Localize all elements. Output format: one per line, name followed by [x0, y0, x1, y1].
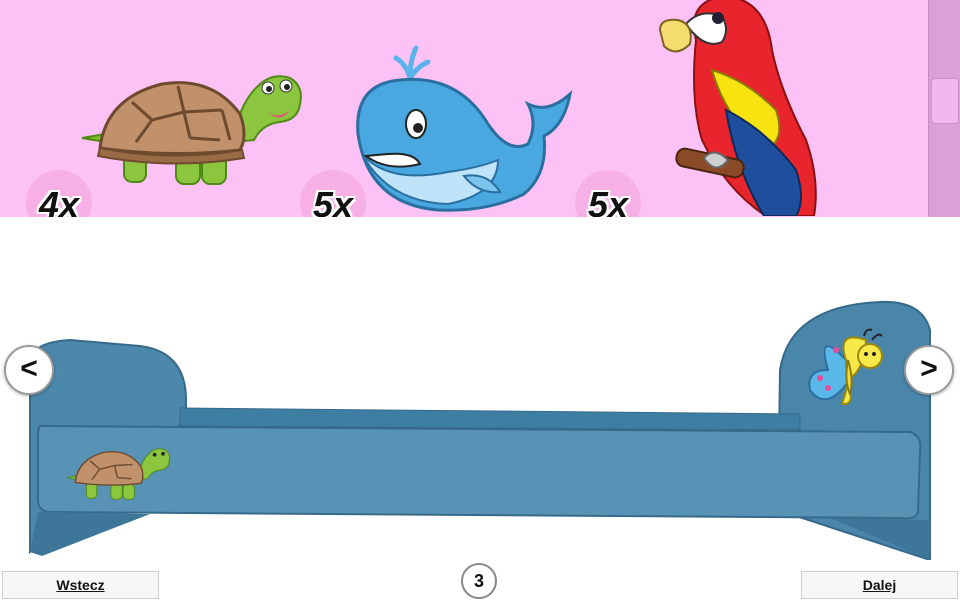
parrot-icon[interactable] — [656, 0, 826, 216]
count-text: 5x — [587, 184, 629, 217]
strip-scrollbar[interactable] — [928, 0, 960, 217]
bed-preview — [29, 300, 931, 560]
next-arrow-button[interactable]: > — [904, 345, 954, 395]
prev-arrow-button[interactable]: < — [4, 345, 54, 395]
next-button[interactable]: Dalej — [801, 571, 958, 599]
whale-icon[interactable] — [348, 44, 574, 216]
page-number: 3 — [461, 563, 497, 599]
count-text: 5x — [312, 184, 354, 217]
count-text: 4x — [38, 184, 80, 217]
animal-strip: 4x 5x 5x — [0, 0, 960, 217]
count-badge: 5x — [575, 170, 641, 217]
turtle-icon[interactable] — [72, 62, 307, 190]
back-button[interactable]: Wstecz — [2, 571, 159, 599]
scrollbar-thumb[interactable] — [931, 78, 959, 124]
